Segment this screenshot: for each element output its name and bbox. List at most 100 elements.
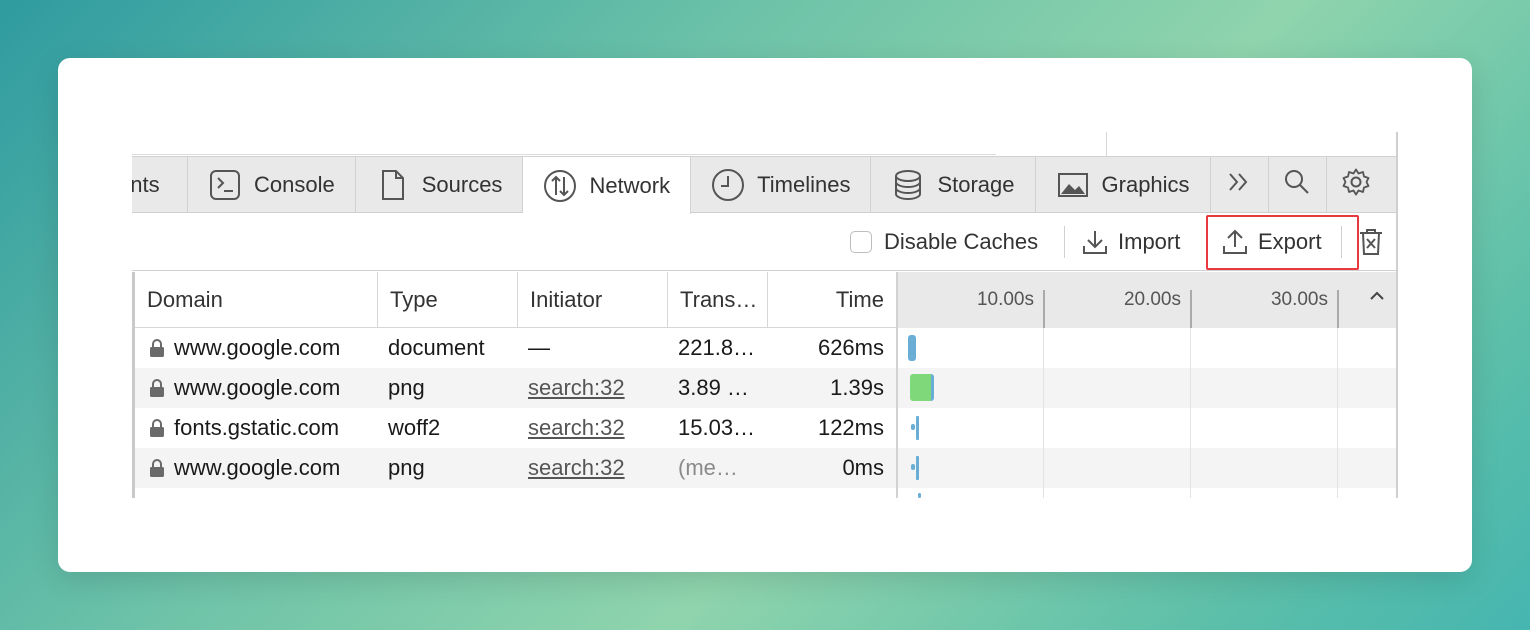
table-row[interactable]: www.google.com document — 221.8… 626ms (132, 328, 1396, 368)
export-label: Export (1258, 229, 1322, 254)
web-inspector: ents Console Sources Network (132, 132, 1398, 498)
timeline-tick: 10.00s (976, 289, 1034, 310)
timeline-tick: 30.00s (1270, 289, 1328, 310)
column-header-time[interactable]: Time (768, 272, 896, 328)
network-table: Domain Type Initiator Trans… Time 10.00s (132, 272, 1396, 498)
initiator-cell[interactable]: search:32 (528, 448, 668, 488)
clock-icon (711, 168, 745, 202)
trash-icon (1358, 227, 1384, 257)
initiator-link[interactable]: search:32 (528, 415, 625, 441)
waterfall-bar (918, 493, 921, 498)
header-label: Trans… (680, 287, 758, 312)
type-cell: png (388, 455, 425, 480)
window-card: ents Console Sources Network (58, 58, 1472, 572)
divider (1396, 132, 1398, 498)
domain-cell: fonts.gstatic.com (135, 408, 378, 448)
domain-text: www.google.com (174, 375, 341, 400)
export-button[interactable]: Export (1222, 214, 1322, 270)
collapse-chevron-up-icon[interactable] (1368, 286, 1386, 309)
transferred-cell: 3.89 … (678, 375, 749, 400)
tab-label: Console (254, 171, 335, 197)
disable-caches-toggle[interactable]: Disable Caches (850, 214, 1038, 270)
initiator-cell: — (528, 335, 550, 360)
waterfall-bar (908, 335, 916, 361)
lock-icon (149, 418, 165, 438)
tab-storage[interactable]: Storage (871, 157, 1036, 212)
timeline-header[interactable]: 10.00s 20.00s 30.00s (898, 272, 1396, 328)
waterfall-bar (910, 374, 934, 401)
grid-line (1190, 328, 1191, 498)
network-toolbar: Disable Caches Import Export (132, 214, 1396, 271)
settings-button[interactable] (1327, 157, 1385, 212)
gear-icon (1341, 167, 1371, 203)
type-cell: document (388, 335, 485, 360)
image-icon (1056, 168, 1090, 202)
tab-label: Storage (937, 171, 1015, 197)
column-header-domain[interactable]: Domain (135, 272, 378, 328)
tab-console[interactable]: Console (188, 157, 356, 212)
tab-sources[interactable]: Sources (356, 157, 524, 212)
domain-cell: www.google.com (135, 448, 378, 488)
waterfall-bar (916, 416, 919, 440)
tab-label: Graphics (1101, 171, 1190, 197)
tab-label: Sources (421, 171, 503, 197)
disable-caches-checkbox[interactable] (850, 231, 872, 253)
double-chevron-right-icon (1226, 171, 1252, 199)
waterfall-bar (911, 424, 915, 430)
header-label: Domain (147, 287, 223, 312)
search-icon (1283, 168, 1311, 202)
upload-icon (1222, 228, 1248, 256)
column-resizer[interactable] (132, 272, 135, 498)
waterfall-bar (916, 456, 919, 480)
waterfall-bar (911, 464, 915, 470)
transferred-cell: 221.8… (678, 335, 756, 360)
table-row[interactable]: www.google.com png search:32 (me… 0ms (132, 448, 1396, 488)
tab-label: Network (589, 172, 671, 198)
grid-line (1337, 328, 1338, 498)
import-button[interactable]: Import (1082, 214, 1180, 270)
domain-cell: www.google.com (135, 368, 378, 408)
tab-bar: ents Console Sources Network (132, 156, 1396, 214)
network-icon (543, 169, 577, 203)
table-row[interactable]: fonts.gstatic.com woff2 search:32 15.03…… (132, 408, 1396, 448)
column-header-transferred[interactable]: Trans… (668, 272, 768, 328)
document-icon (376, 168, 410, 202)
import-label: Import (1118, 229, 1181, 254)
tab-graphics[interactable]: Graphics (1036, 157, 1211, 212)
initiator-link[interactable]: search:32 (528, 375, 625, 401)
time-cell: 0ms (842, 455, 884, 480)
timeline-tick: 20.00s (1123, 289, 1181, 310)
lock-icon (149, 378, 165, 398)
divider (1341, 226, 1342, 258)
table-header: Domain Type Initiator Trans… Time 10.00s (132, 272, 1396, 328)
console-icon (208, 168, 242, 202)
search-button[interactable] (1269, 157, 1327, 212)
divider (896, 272, 898, 498)
database-icon (891, 168, 925, 202)
tab-elements[interactable]: ents (132, 157, 188, 212)
domain-text: fonts.gstatic.com (174, 415, 340, 440)
tab-network[interactable]: Network (523, 157, 692, 214)
table-row[interactable]: www.google.com png search:32 3.89 … 1.39… (132, 368, 1396, 408)
domain-text: www.google.com (174, 455, 341, 480)
header-label: Type (390, 287, 438, 312)
domain-text: www.google.com (174, 335, 341, 360)
grid-line (1043, 328, 1044, 498)
divider (132, 154, 996, 155)
initiator-cell[interactable]: search:32 (528, 368, 668, 408)
table-row[interactable] (132, 488, 1396, 498)
initiator-link[interactable]: search:32 (528, 455, 625, 481)
disable-caches-label: Disable Caches (884, 229, 1039, 254)
initiator-cell[interactable]: search:32 (528, 408, 668, 448)
header-label: Initiator (530, 287, 603, 312)
transferred-cell: 15.03… (678, 415, 756, 440)
time-cell: 1.39s (830, 375, 884, 400)
column-header-initiator[interactable]: Initiator (518, 272, 668, 328)
domain-cell: www.google.com (135, 328, 378, 368)
divider (1106, 132, 1107, 156)
lock-icon (149, 458, 165, 478)
tab-timelines[interactable]: Timelines (691, 157, 872, 212)
column-header-type[interactable]: Type (378, 272, 518, 328)
clear-button[interactable] (1358, 214, 1384, 270)
more-tabs-button[interactable] (1211, 157, 1269, 212)
